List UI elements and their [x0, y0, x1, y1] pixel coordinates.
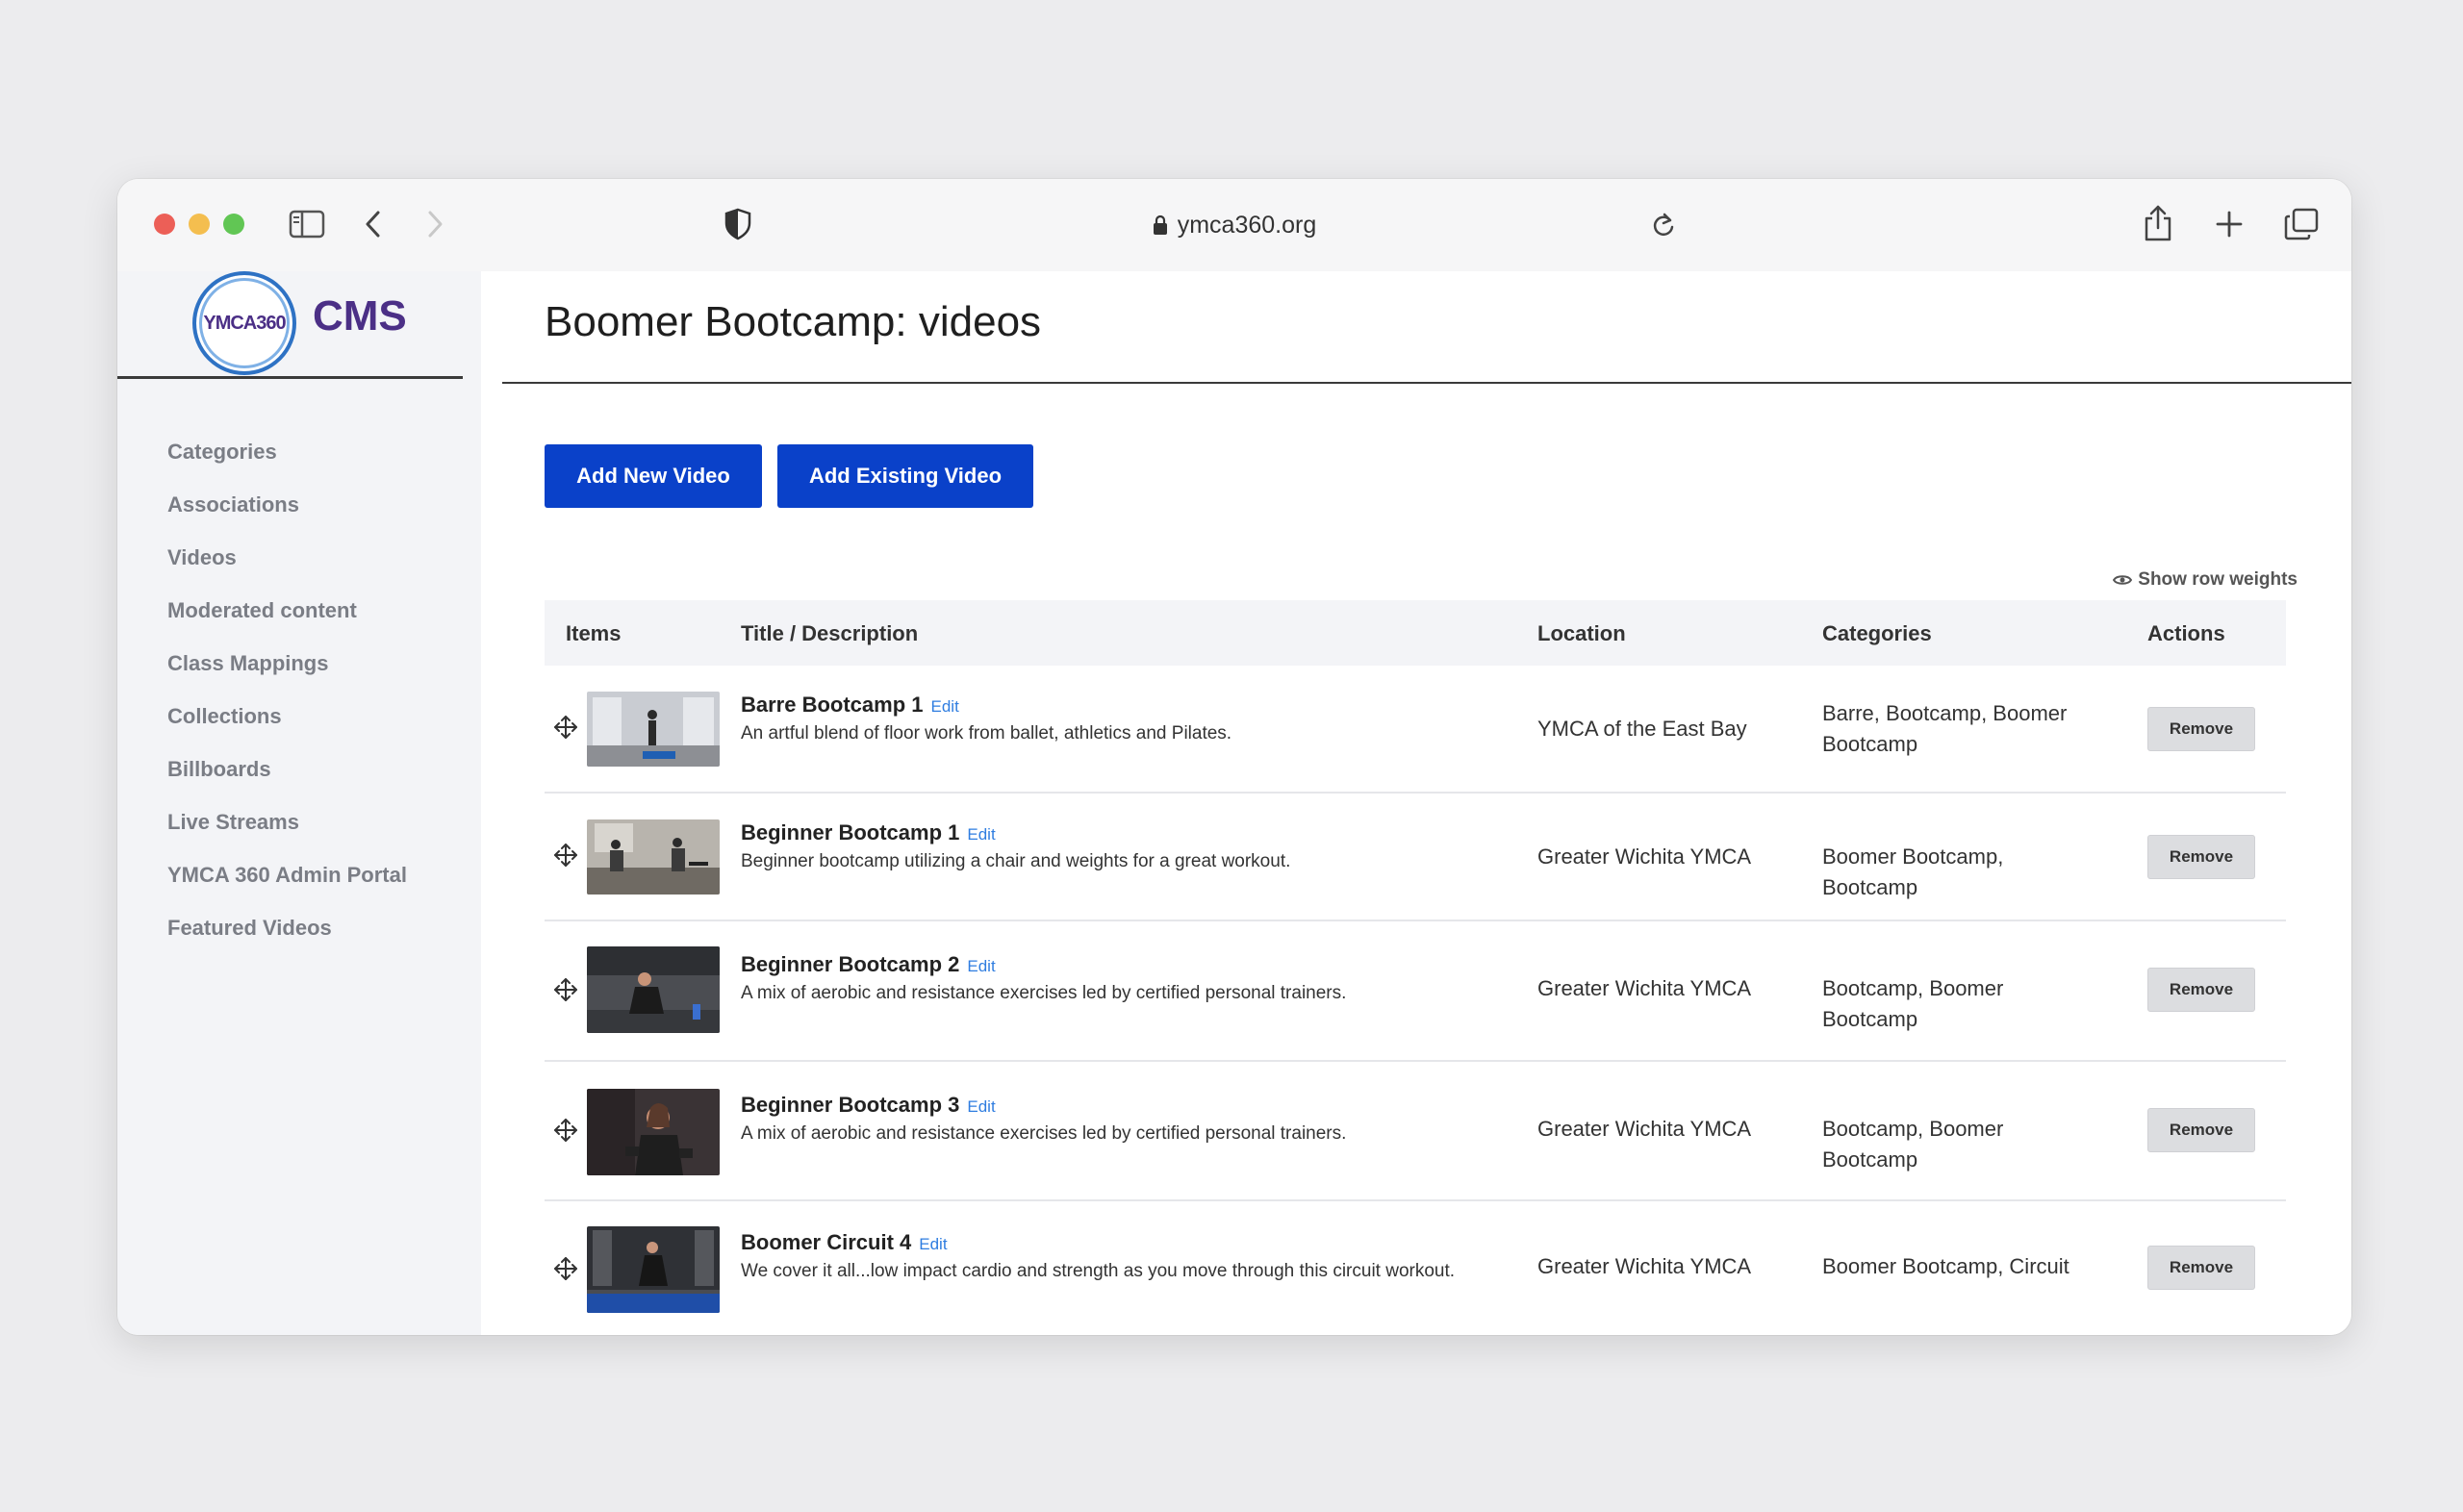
drag-handle-icon[interactable]	[552, 714, 579, 741]
column-header-location: Location	[1537, 621, 1626, 645]
browser-window: ymca360.org YMCA360 CMS Categories Assoc…	[117, 179, 2351, 1335]
table-row: Beginner Bootcamp 2 Edit A mix of aerobic…	[545, 921, 2286, 1062]
video-thumbnail[interactable]	[587, 819, 720, 895]
video-categories: Boomer Bootcamp, Bootcamp	[1822, 844, 2004, 899]
sidebar-item-live-streams[interactable]: Live Streams	[167, 795, 407, 848]
video-title: Beginner Bootcamp 3 Edit	[741, 1093, 996, 1117]
video-description: Beginner bootcamp utilizing a chair and …	[741, 851, 1291, 871]
ymca360-logo[interactable]: YMCA360	[192, 271, 296, 375]
remove-button[interactable]: Remove	[2147, 707, 2255, 751]
video-categories: Barre, Bootcamp, Boomer Bootcamp	[1822, 701, 2068, 756]
video-title: Barre Bootcamp 1 Edit	[741, 693, 959, 717]
app-name: CMS	[313, 292, 407, 340]
video-categories: Bootcamp, Boomer Bootcamp	[1822, 976, 2004, 1031]
main-content: Boomer Bootcamp: videos Add New Video Ad…	[481, 271, 2351, 1335]
logo-text: YMCA360	[203, 312, 286, 334]
video-thumbnail[interactable]	[587, 946, 720, 1033]
address-bar: ymca360.org	[117, 202, 2351, 248]
column-header-actions: Actions	[2147, 621, 2225, 645]
sidebar-item-admin-portal[interactable]: YMCA 360 Admin Portal	[167, 848, 407, 901]
video-location: Greater Wichita YMCA	[1537, 1254, 1752, 1278]
sidebar: YMCA360 CMS Categories Associations Vide…	[117, 271, 481, 1335]
remove-button[interactable]: Remove	[2147, 835, 2255, 879]
address-field[interactable]: ymca360.org	[1153, 211, 1317, 239]
sidebar-item-videos[interactable]: Videos	[167, 531, 407, 584]
title-divider	[502, 382, 2351, 384]
eye-icon	[2113, 575, 2133, 585]
edit-link[interactable]: Edit	[931, 697, 959, 716]
sidebar-item-associations[interactable]: Associations	[167, 478, 407, 531]
show-row-weights-toggle[interactable]: Show row weights	[2113, 569, 2298, 591]
drag-handle-icon[interactable]	[552, 1255, 579, 1282]
brand-header: YMCA360 CMS	[117, 271, 463, 379]
edit-link[interactable]: Edit	[919, 1235, 947, 1253]
drag-handle-icon[interactable]	[552, 842, 579, 869]
video-title: Boomer Circuit 4 Edit	[741, 1230, 948, 1254]
show-row-weights-label: Show row weights	[2138, 569, 2298, 590]
video-location: Greater Wichita YMCA	[1537, 1117, 1752, 1141]
back-icon[interactable]	[364, 210, 383, 239]
sidebar-toggle-icon[interactable]	[289, 210, 325, 239]
remove-button[interactable]: Remove	[2147, 968, 2255, 1012]
drag-handle-icon[interactable]	[552, 1117, 579, 1144]
table-header: Items Title / Description Location Categ…	[545, 600, 2286, 666]
video-description: A mix of aerobic and resistance exercise…	[741, 983, 1347, 1003]
sidebar-item-featured-videos[interactable]: Featured Videos	[167, 901, 407, 954]
drag-handle-icon[interactable]	[552, 976, 579, 1003]
column-header-title: Title / Description	[741, 621, 919, 645]
sidebar-item-collections[interactable]: Collections	[167, 690, 407, 743]
video-categories: Bootcamp, Boomer Bootcamp	[1822, 1117, 2004, 1172]
video-thumbnail[interactable]	[587, 1226, 720, 1313]
page-title: Boomer Bootcamp: videos	[545, 298, 1042, 345]
add-new-video-button[interactable]: Add New Video	[545, 444, 762, 508]
sidebar-item-categories[interactable]: Categories	[167, 425, 407, 478]
videos-table: Items Title / Description Location Categ…	[545, 600, 2286, 1335]
tab-overview-icon[interactable]	[2284, 208, 2319, 240]
lock-icon	[1153, 214, 1167, 235]
table-row: Beginner Bootcamp 1 Edit Beginner bootcam…	[545, 794, 2286, 921]
sidebar-item-class-mappings[interactable]: Class Mappings	[167, 637, 407, 690]
sidebar-item-billboards[interactable]: Billboards	[167, 743, 407, 795]
video-location: Greater Wichita YMCA	[1537, 976, 1752, 1000]
table-row: Barre Bootcamp 1 Edit An artful blend of …	[545, 666, 2286, 794]
add-existing-video-button[interactable]: Add Existing Video	[777, 444, 1033, 508]
edit-link[interactable]: Edit	[967, 957, 995, 975]
video-thumbnail[interactable]	[587, 1089, 720, 1175]
forward-icon[interactable]	[425, 210, 444, 239]
close-window-button[interactable]	[154, 214, 175, 235]
table-row: Beginner Bootcamp 3 Edit A mix of aerobic…	[545, 1062, 2286, 1201]
browser-toolbar: ymca360.org	[117, 179, 2351, 271]
edit-link[interactable]: Edit	[967, 825, 995, 844]
video-location: YMCA of the East Bay	[1537, 717, 1747, 741]
reload-icon[interactable]	[1651, 212, 1676, 239]
video-location: Greater Wichita YMCA	[1537, 844, 1752, 869]
sidebar-item-moderated-content[interactable]: Moderated content	[167, 584, 407, 637]
minimize-window-button[interactable]	[189, 214, 210, 235]
share-icon[interactable]	[2142, 204, 2174, 242]
video-title: Beginner Bootcamp 1 Edit	[741, 820, 996, 844]
video-thumbnail[interactable]	[587, 692, 720, 767]
table-row: Boomer Circuit 4 Edit We cover it all...l…	[545, 1201, 2286, 1335]
video-title: Beginner Bootcamp 2 Edit	[741, 952, 996, 976]
remove-button[interactable]: Remove	[2147, 1246, 2255, 1290]
video-description: An artful blend of floor work from balle…	[741, 723, 1232, 743]
url-text: ymca360.org	[1177, 211, 1317, 239]
zoom-window-button[interactable]	[223, 214, 244, 235]
privacy-shield-icon[interactable]	[724, 208, 752, 240]
video-categories: Boomer Bootcamp, Circuit	[1822, 1254, 2069, 1278]
remove-button[interactable]: Remove	[2147, 1108, 2255, 1152]
column-header-items: Items	[566, 621, 622, 645]
edit-link[interactable]: Edit	[967, 1097, 995, 1116]
sidebar-nav: Categories Associations Videos Moderated…	[167, 425, 407, 954]
video-description: We cover it all...low impact cardio and …	[741, 1261, 1456, 1281]
new-tab-icon[interactable]	[2215, 210, 2244, 239]
video-description: A mix of aerobic and resistance exercise…	[741, 1123, 1347, 1144]
column-header-categories: Categories	[1822, 621, 1932, 645]
